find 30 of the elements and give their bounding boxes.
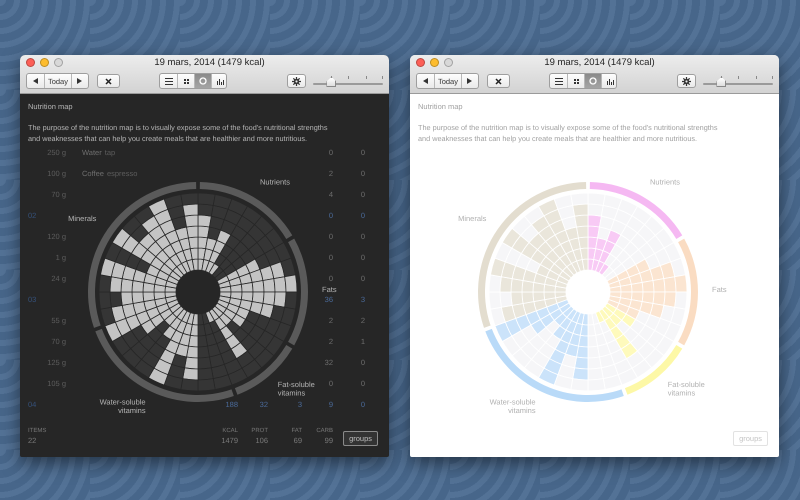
close-button[interactable] — [26, 58, 35, 67]
settings-button[interactable] — [286, 74, 306, 88]
window-title: 19 mars, 2014 (1479 kcal) — [153, 57, 266, 68]
circle-icon — [199, 77, 208, 85]
close-button[interactable] — [416, 58, 425, 67]
settings-button[interactable] — [676, 74, 696, 88]
right-triangle-icon — [467, 78, 472, 84]
grid-icon — [184, 78, 189, 84]
bar-chart-icon — [216, 78, 224, 84]
list-icon — [554, 78, 563, 84]
gear-icon — [292, 76, 302, 86]
slider-thumb[interactable] — [326, 77, 336, 87]
clear-button[interactable] — [486, 74, 510, 88]
left-triangle-icon — [423, 78, 428, 84]
bar-chart-icon — [606, 78, 614, 84]
window-title: 19 mars, 2014 (1479 kcal) — [543, 57, 656, 68]
zoom-slider[interactable] — [313, 74, 383, 88]
view-button[interactable] — [601, 74, 616, 88]
zoom-slider[interactable] — [703, 74, 773, 88]
right-triangle-icon — [77, 78, 82, 84]
close-icon — [105, 78, 112, 84]
left-triangle-icon — [33, 78, 38, 84]
circle-icon — [589, 77, 598, 85]
clear-button[interactable] — [96, 74, 120, 88]
view-button[interactable] — [211, 74, 226, 88]
grid-icon — [574, 78, 579, 84]
list-icon — [164, 78, 173, 84]
close-icon — [495, 78, 502, 84]
slider-thumb[interactable] — [716, 77, 726, 87]
gear-icon — [682, 76, 692, 86]
